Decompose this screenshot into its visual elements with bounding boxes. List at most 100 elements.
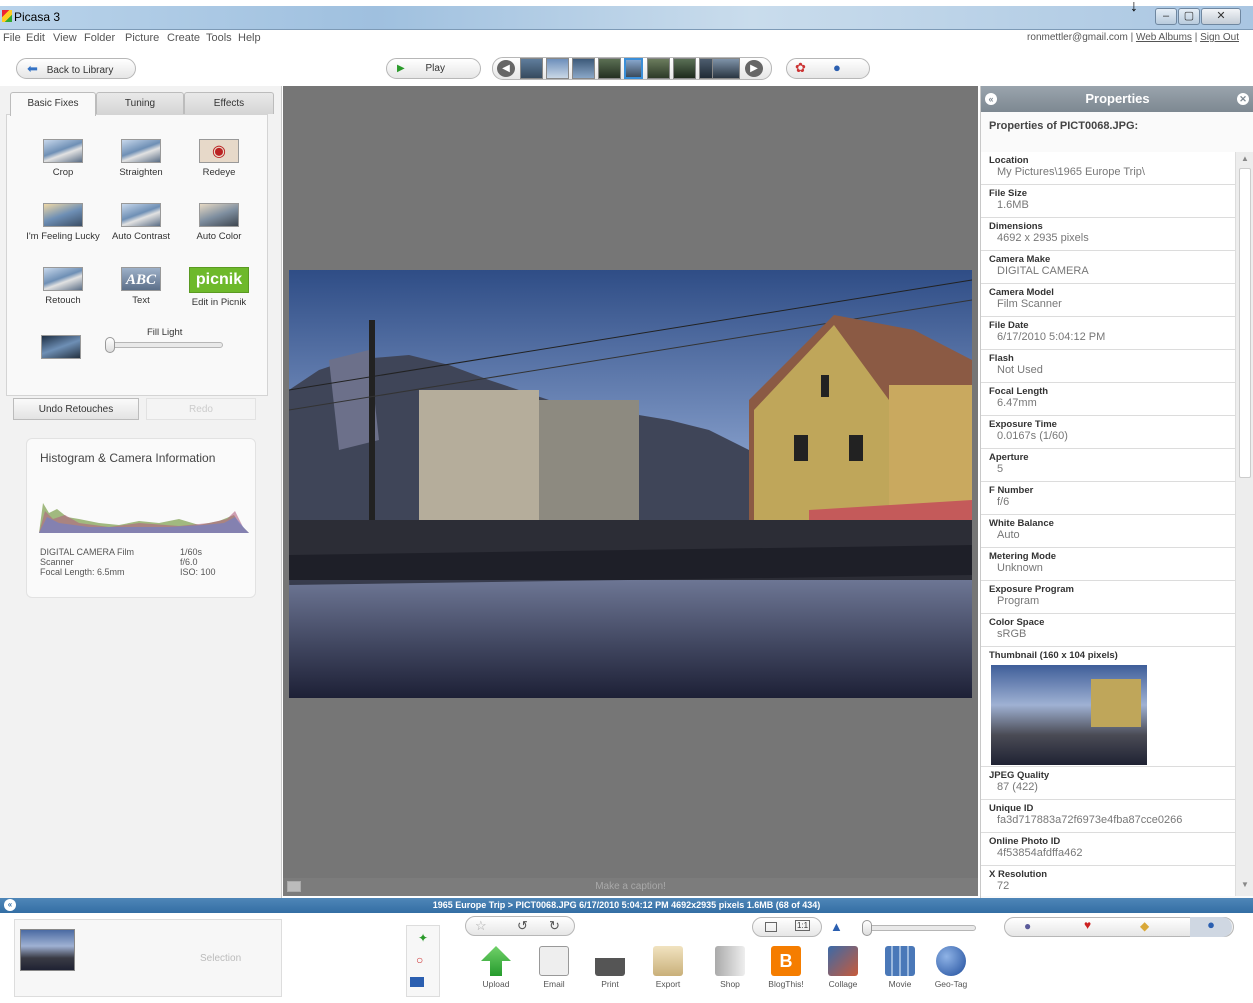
redo-button[interactable]: Redo bbox=[146, 398, 256, 420]
retouch-icon bbox=[43, 267, 83, 291]
auto-color-icon bbox=[199, 203, 239, 227]
filmstrip-thumb[interactable] bbox=[572, 58, 595, 79]
prop-white-balance: White Balance Auto bbox=[981, 515, 1235, 548]
prop-f-number: F Number f/6 bbox=[981, 482, 1235, 515]
photo-tray: Selection ✦ ○ ☆ ↺ ↻ 1:1 ▲ ● ♥ ◆ ● Upload… bbox=[0, 913, 1253, 1003]
caption-icon[interactable] bbox=[287, 881, 301, 892]
filmstrip-thumb[interactable] bbox=[598, 58, 621, 79]
actual-size-icon[interactable]: 1:1 bbox=[795, 920, 811, 931]
auto-color-button[interactable]: Auto Color bbox=[178, 203, 260, 242]
maximize-button[interactable]: ▢ bbox=[1178, 8, 1200, 25]
main-photo[interactable] bbox=[289, 270, 972, 698]
filmstrip-thumb[interactable] bbox=[546, 58, 569, 79]
shop-icon bbox=[715, 946, 745, 976]
menu-view[interactable]: View bbox=[53, 32, 77, 44]
account-links: ronmettler@gmail.com | Web Albums | Sign… bbox=[1027, 32, 1239, 43]
zoom-slider-knob[interactable] bbox=[862, 920, 872, 936]
faces-icon[interactable]: ✿ bbox=[795, 60, 806, 76]
close-panel-icon[interactable]: ✕ bbox=[1237, 93, 1249, 105]
fit-icon[interactable] bbox=[765, 922, 777, 932]
auto-contrast-button[interactable]: Auto Contrast bbox=[100, 203, 182, 242]
rotate-right-icon[interactable]: ↻ bbox=[549, 918, 560, 934]
menu-edit[interactable]: Edit bbox=[26, 32, 45, 44]
add-to-album-icon[interactable] bbox=[410, 977, 424, 987]
star-icon[interactable]: ☆ bbox=[475, 918, 487, 934]
tab-effects[interactable]: Effects bbox=[184, 92, 274, 114]
globe-icon[interactable]: ● bbox=[833, 60, 841, 75]
collapse-panel-icon[interactable]: « bbox=[985, 93, 997, 105]
text-icon: ABC bbox=[121, 267, 161, 291]
exposure-info: 1/60s f/6.0 ISO: 100 bbox=[180, 547, 216, 577]
places-icon[interactable]: ♥ bbox=[1084, 918, 1091, 932]
clear-icon[interactable]: ○ bbox=[416, 953, 423, 967]
properties-toggle-icon[interactable]: ● bbox=[1190, 917, 1232, 937]
filmstrip-thumb[interactable] bbox=[520, 58, 543, 79]
previous-photo-icon[interactable]: ◀ bbox=[497, 60, 515, 77]
back-arrow-icon: ⬅ bbox=[27, 61, 38, 76]
camera-info: DIGITAL CAMERA Film Scanner Focal Length… bbox=[40, 547, 135, 577]
zoom-slider[interactable] bbox=[864, 925, 976, 931]
fill-light-slider-knob[interactable] bbox=[105, 337, 115, 353]
movie-button[interactable]: Movie bbox=[876, 946, 924, 989]
prop-exposure-program: Exposure Program Program bbox=[981, 581, 1235, 614]
blogthis-button[interactable]: B BlogThis! bbox=[762, 946, 810, 989]
tags-icon[interactable]: ◆ bbox=[1140, 919, 1149, 933]
prop-aperture: Aperture 5 bbox=[981, 449, 1235, 482]
redeye-button[interactable]: ◉ Redeye bbox=[178, 139, 260, 178]
status-bar: « 1965 Europe Trip > PICT0068.JPG 6/17/2… bbox=[0, 898, 1253, 913]
undo-retouches-button[interactable]: Undo Retouches bbox=[13, 398, 139, 420]
play-button[interactable]: ▶ Play bbox=[386, 58, 481, 79]
sign-out-link[interactable]: Sign Out bbox=[1200, 32, 1239, 43]
shop-button[interactable]: Shop bbox=[706, 946, 754, 989]
edit-in-picnik-button[interactable]: picnik Edit in Picnik bbox=[178, 267, 260, 308]
prop-flash: Flash Not Used bbox=[981, 350, 1235, 383]
caption-input[interactable]: Make a caption! bbox=[595, 881, 666, 892]
back-to-library-button[interactable]: ⬅ Back to Library bbox=[16, 58, 136, 79]
next-photo-icon[interactable]: ▶ bbox=[745, 60, 763, 77]
rotate-left-icon[interactable]: ↺ bbox=[517, 918, 528, 934]
tab-basic-fixes[interactable]: Basic Fixes bbox=[10, 92, 96, 116]
feeling-lucky-button[interactable]: I'm Feeling Lucky bbox=[22, 203, 104, 242]
hold-icon[interactable]: ✦ bbox=[418, 931, 428, 945]
blogger-icon: B bbox=[771, 946, 801, 976]
window-title: Picasa 3 bbox=[14, 10, 61, 24]
scroll-up-icon[interactable]: ▲ bbox=[1238, 154, 1252, 166]
menu-picture[interactable]: Picture bbox=[125, 32, 159, 44]
filmstrip-thumb[interactable] bbox=[673, 58, 696, 79]
menu-help[interactable]: Help bbox=[238, 32, 261, 44]
text-tool-button[interactable]: ABC Text bbox=[100, 267, 182, 306]
picnik-icon: picnik bbox=[189, 267, 249, 293]
scroll-thumb[interactable] bbox=[1239, 168, 1251, 478]
fill-light-slider[interactable] bbox=[107, 342, 223, 348]
people-icon[interactable]: ● bbox=[1024, 919, 1031, 933]
menu-folder[interactable]: Folder bbox=[84, 32, 115, 44]
menu-tools[interactable]: Tools bbox=[206, 32, 232, 44]
email-button[interactable]: Email bbox=[530, 946, 578, 989]
movie-icon bbox=[885, 946, 915, 976]
selection-thumbnail[interactable] bbox=[20, 929, 75, 971]
web-albums-link[interactable]: Web Albums bbox=[1136, 32, 1192, 43]
expand-tray-icon[interactable]: « bbox=[4, 899, 16, 911]
filmstrip-thumb-selected[interactable] bbox=[624, 58, 643, 79]
straighten-button[interactable]: Straighten bbox=[100, 139, 182, 178]
menu-file[interactable]: File bbox=[3, 32, 21, 44]
filmstrip-thumb[interactable] bbox=[712, 58, 740, 79]
collage-icon bbox=[828, 946, 858, 976]
collage-button[interactable]: Collage bbox=[819, 946, 867, 989]
crop-button[interactable]: Crop bbox=[22, 139, 104, 178]
upload-button[interactable]: Upload bbox=[472, 946, 520, 989]
properties-scrollbar[interactable]: ▲ ▼ bbox=[1235, 152, 1253, 896]
filmstrip-thumb[interactable] bbox=[647, 58, 670, 79]
caption-bar: Make a caption! bbox=[283, 878, 978, 896]
minimize-button[interactable]: – bbox=[1155, 8, 1177, 25]
retouch-button[interactable]: Retouch bbox=[22, 267, 104, 306]
fill-light-label: Fill Light bbox=[147, 327, 183, 338]
export-button[interactable]: Export bbox=[644, 946, 692, 989]
close-button[interactable]: ✕ bbox=[1201, 8, 1241, 25]
prop-location: Location My Pictures\1965 Europe Trip\ bbox=[981, 152, 1235, 185]
menu-create[interactable]: Create bbox=[167, 32, 200, 44]
tab-tuning[interactable]: Tuning bbox=[96, 92, 184, 114]
scroll-down-icon[interactable]: ▼ bbox=[1238, 880, 1252, 892]
print-button[interactable]: Print bbox=[586, 946, 634, 989]
geotag-button[interactable]: Geo-Tag bbox=[927, 946, 975, 989]
